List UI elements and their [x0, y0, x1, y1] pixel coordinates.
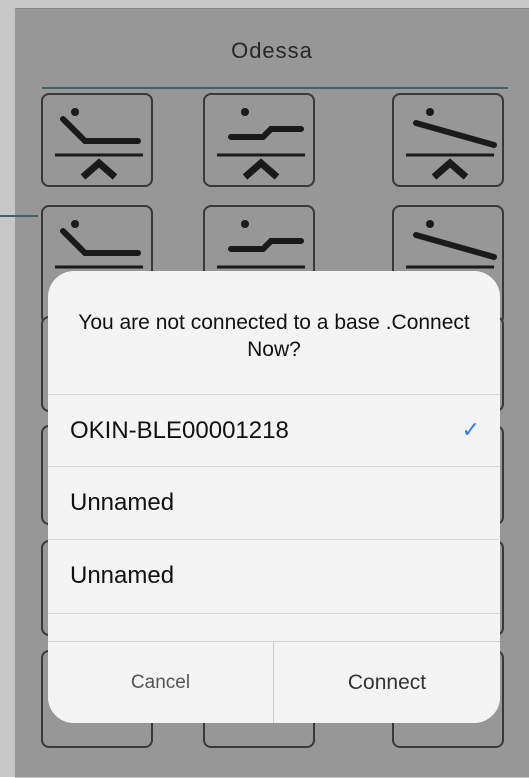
dialog-button-row: Cancel Connect	[48, 641, 500, 723]
dialog-message: You are not connected to a base .Connect…	[78, 311, 470, 361]
device-option-label: Unnamed	[70, 489, 175, 516]
checkmark-icon: ✓	[461, 417, 480, 442]
connect-button[interactable]: Connect	[274, 642, 500, 723]
device-option[interactable]: OKIN-BLE00001218 ✓	[48, 394, 500, 466]
cancel-button[interactable]: Cancel	[48, 642, 274, 723]
connect-dialog: You are not connected to a base .Connect…	[48, 271, 500, 723]
device-option[interactable]: Unnamed	[48, 466, 500, 538]
device-option-partial[interactable]	[48, 613, 500, 643]
device-option[interactable]: Unnamed	[48, 539, 500, 611]
device-option-label: Unnamed	[70, 562, 175, 589]
device-option-label: OKIN-BLE00001218	[70, 417, 289, 444]
